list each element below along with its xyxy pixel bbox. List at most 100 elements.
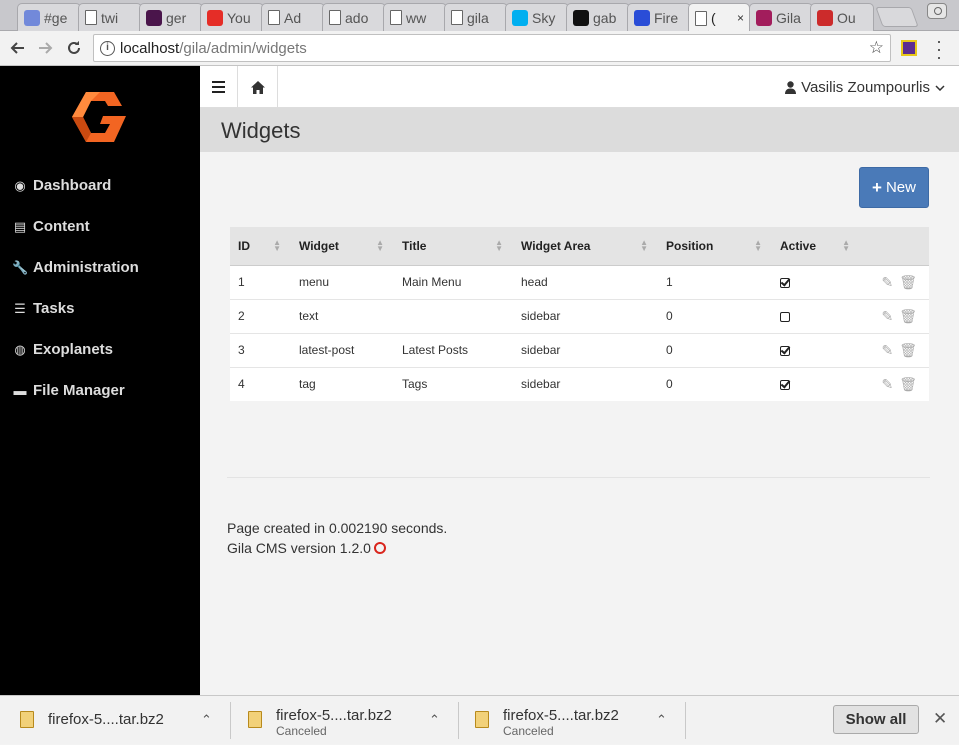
sidebar-item-label: Dashboard (33, 177, 112, 194)
table-header-row: ID ▲ ▼ Widget ▲ ▼ Title ▲ ▼ Widget Area ▲ ▼ Position… (230, 227, 929, 266)
column-header[interactable]: Position ▲ ▼ (658, 227, 772, 266)
sort-icon[interactable]: ▲ ▼ (640, 239, 648, 253)
github-icon[interactable] (373, 542, 386, 554)
reload-button[interactable] (62, 36, 86, 60)
globe-icon: ◍ (14, 341, 26, 357)
chevron-up-icon[interactable]: ⌃ (201, 712, 212, 728)
bookmark-star-icon[interactable]: ☆ (869, 38, 884, 58)
browser-tab[interactable]: ado (322, 3, 386, 31)
url-path: /gila/admin/widgets (179, 40, 307, 57)
sidebar-item-file-manager[interactable]: ▬ File Manager (12, 382, 125, 399)
sort-icon[interactable]: ▲ ▼ (273, 239, 281, 253)
column-header-label: Active (780, 238, 817, 253)
sidebar-item-content[interactable]: ▤ Content (12, 218, 90, 235)
browser-tab[interactable]: Gila (749, 3, 813, 31)
delete-trash-icon[interactable]: 🗑 (899, 274, 917, 291)
sidebar-item-dashboard[interactable]: ◉ Dashboard (12, 177, 111, 194)
new-widget-button[interactable]: + New (859, 167, 929, 208)
sidebar-item-label: Exoplanets (33, 341, 114, 358)
user-menu[interactable]: Vasilis Zoumpourlis (785, 79, 945, 96)
download-item[interactable]: firefox-5....tar.bz2 Canceled ⌃ (248, 696, 448, 745)
edit-pencil-icon[interactable]: ✎ (881, 342, 893, 359)
browser-tab[interactable]: (× (688, 3, 750, 32)
show-all-downloads-button[interactable]: Show all (833, 705, 919, 734)
download-status: Canceled (276, 724, 327, 738)
forward-button[interactable] (34, 36, 58, 60)
column-header-label: Widget (299, 238, 339, 253)
browser-tab[interactable]: twi (78, 3, 142, 31)
cell-widget: text (291, 299, 394, 334)
chevron-down-icon (935, 84, 945, 91)
cell-title: Main Menu (394, 265, 513, 300)
delete-trash-icon[interactable]: 🗑 (899, 342, 917, 359)
edit-pencil-icon[interactable]: ✎ (881, 308, 893, 325)
active-checkbox-icon[interactable] (780, 380, 790, 391)
cell-area: sidebar (521, 377, 561, 392)
active-checkbox-icon[interactable] (780, 311, 790, 322)
sidebar-item-tasks[interactable]: ☰ Tasks (12, 300, 74, 317)
close-download-bar-icon[interactable]: ✕ (933, 709, 947, 729)
browser-tab[interactable]: Fire (627, 3, 691, 31)
tab-label: You (227, 9, 251, 26)
sidebar-item-administration[interactable]: 🔧 Administration (12, 259, 139, 276)
table-row: 4 tag Tags sidebar 0 ✎ 🗑 (230, 367, 929, 401)
browser-tab[interactable]: You (200, 3, 264, 31)
page-icon (390, 10, 402, 25)
active-checkbox-icon[interactable] (780, 277, 790, 288)
delete-trash-icon[interactable]: 🗑 (899, 308, 917, 325)
back-button[interactable] (5, 36, 29, 60)
browser-tab[interactable]: #ge (17, 3, 81, 31)
download-item[interactable]: firefox-5....tar.bz2 ⌃ (20, 696, 220, 745)
cell-id: 2 (230, 299, 291, 334)
browser-tab[interactable]: gab (566, 3, 630, 31)
profile-icon[interactable] (927, 3, 947, 19)
tab-close-icon[interactable]: × (737, 11, 744, 25)
tab-label: gila (467, 9, 489, 26)
browser-tab[interactable]: ww (383, 3, 447, 31)
address-bar[interactable]: i localhost/gila/admin/widgets ☆ (93, 34, 891, 62)
extension-icon[interactable] (901, 40, 917, 56)
column-header[interactable]: Active ▲ ▼ (772, 227, 860, 266)
cell-title: Tags (402, 377, 428, 392)
chevron-up-icon[interactable]: ⌃ (429, 712, 440, 728)
new-tab-button[interactable] (875, 7, 919, 27)
sort-icon[interactable]: ▲ ▼ (754, 239, 762, 253)
info-icon[interactable]: i (100, 41, 115, 56)
menu-toggle-button[interactable] (200, 66, 238, 108)
browser-toolbar: i localhost/gila/admin/widgets ☆ · · · (0, 31, 959, 66)
sidebar-item-label: File Manager (33, 382, 125, 399)
column-header[interactable]: Widget Area ▲ ▼ (513, 227, 658, 266)
edit-pencil-icon[interactable]: ✎ (881, 376, 893, 393)
gila-logo[interactable] (72, 92, 128, 142)
page-created-text: Page created in 0.002190 seconds. (227, 520, 448, 536)
row-actions: ✎ 🗑 (860, 333, 929, 368)
browser-tab[interactable]: gila (444, 3, 508, 31)
column-header[interactable]: Widget ▲ ▼ (291, 227, 394, 266)
download-item[interactable]: firefox-5....tar.bz2 Canceled ⌃ (475, 696, 675, 745)
skype-icon (512, 9, 528, 26)
delete-trash-icon[interactable]: 🗑 (899, 376, 917, 393)
youtube-icon (207, 9, 223, 26)
sidebar-item-exoplanets[interactable]: ◍ Exoplanets (12, 341, 113, 358)
sort-icon[interactable]: ▲ ▼ (842, 239, 850, 253)
sort-icon[interactable]: ▲ ▼ (495, 239, 503, 253)
row-actions: ✎ 🗑 (860, 265, 929, 300)
browser-tab[interactable]: Ad (261, 3, 325, 31)
column-header[interactable]: Title ▲ ▼ (394, 227, 513, 266)
page-icon (451, 10, 463, 25)
edit-pencil-icon[interactable]: ✎ (881, 274, 893, 291)
active-checkbox-icon[interactable] (780, 345, 790, 356)
sort-icon[interactable]: ▲ ▼ (376, 239, 384, 253)
page-icon (85, 10, 97, 25)
tab-label: ger (166, 9, 187, 26)
browser-tab[interactable]: Ou (810, 3, 874, 31)
table-row: 1 menu Main Menu head 1 ✎ 🗑 (230, 265, 929, 300)
download-filename: firefox-5....tar.bz2 (48, 711, 164, 728)
browser-menu-icon[interactable]: · · · (936, 32, 942, 66)
browser-tab[interactable]: Sky (505, 3, 569, 31)
home-button[interactable] (238, 66, 278, 108)
chevron-up-icon[interactable]: ⌃ (656, 712, 667, 728)
browser-tab[interactable]: ger (139, 3, 203, 31)
github-icon (573, 9, 589, 26)
column-header[interactable]: ID ▲ ▼ (230, 227, 291, 266)
